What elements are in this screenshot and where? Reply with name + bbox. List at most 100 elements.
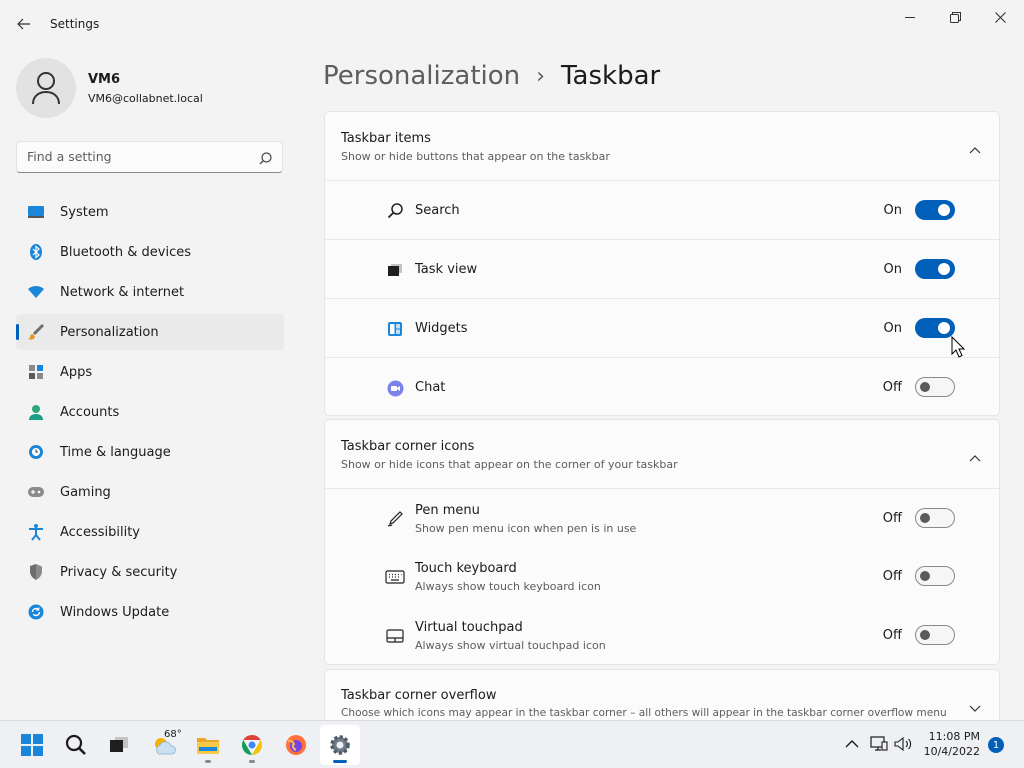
file-explorer-icon [197, 738, 219, 754]
sidebar-item-label: Bluetooth & devices [60, 244, 191, 260]
widgets-toggle[interactable] [915, 318, 955, 338]
toggle-state-label: Off [882, 511, 902, 526]
touch-keyboard-toggle[interactable] [915, 566, 955, 586]
search-icon [385, 201, 405, 221]
sidebar-item-privacy[interactable]: Privacy & security [16, 554, 284, 590]
task-view-toggle[interactable] [915, 259, 955, 279]
profile-name: VM6 [88, 72, 121, 87]
bluetooth-icon [27, 243, 45, 261]
chevron-down-icon[interactable] [969, 698, 981, 717]
title-bar: Settings [0, 0, 1024, 48]
sidebar-item-label: Apps [60, 364, 93, 380]
clock[interactable]: 11:08 PM 10/4/2022 [924, 729, 980, 759]
pen-icon [385, 509, 405, 529]
start-icon [21, 734, 43, 756]
setting-row-pen-menu: Pen menu Show pen menu icon when pen is … [325, 488, 999, 547]
sidebar-item-label: Personalization [60, 324, 159, 340]
corner-icons-section: Taskbar corner icons Show or hide icons … [324, 419, 1000, 665]
sidebar-item-accounts[interactable]: Accounts [16, 394, 284, 430]
widgets-icon [385, 319, 405, 339]
minimize-icon [904, 16, 915, 18]
clock-globe-icon [27, 443, 45, 461]
network-tray-button[interactable] [869, 733, 889, 755]
setting-label: Chat [415, 380, 446, 395]
notification-badge[interactable]: 1 [988, 737, 1004, 753]
setting-row-search: Search On [325, 180, 999, 239]
weather-temperature: 68° [164, 729, 182, 740]
user-profile[interactable]: VM6 VM6@collabnet.local [16, 58, 286, 118]
setting-description: Always show virtual touchpad icon [415, 639, 606, 652]
sidebar-nav: System Bluetooth & devices Network & int… [16, 194, 284, 634]
clock-time: 11:08 PM [928, 730, 980, 743]
pen-menu-toggle[interactable] [915, 508, 955, 528]
section-subtitle: Show or hide buttons that appear on the … [341, 150, 610, 163]
settings-search[interactable] [16, 141, 283, 173]
sidebar-item-network[interactable]: Network & internet [16, 274, 284, 310]
setting-label: Virtual touchpad [415, 620, 523, 635]
settings-icon [330, 735, 350, 755]
breadcrumb-parent[interactable]: Personalization [323, 61, 520, 91]
file-explorer-button[interactable] [188, 725, 228, 765]
keyboard-icon [385, 567, 405, 587]
start-button[interactable] [12, 725, 52, 765]
show-hidden-icons-button[interactable] [842, 733, 862, 755]
chat-icon [385, 378, 405, 398]
back-button[interactable] [12, 12, 36, 36]
close-button[interactable] [977, 4, 1023, 30]
firefox-icon [286, 735, 306, 755]
sidebar-item-system[interactable]: System [16, 194, 284, 230]
breadcrumb-separator: › [536, 63, 545, 89]
network-icon [870, 736, 888, 751]
accessibility-icon [27, 523, 45, 541]
setting-row-chat: Chat Off [325, 357, 999, 416]
taskbar-items-header[interactable]: Taskbar items Show or hide buttons that … [325, 112, 999, 180]
sidebar-item-gaming[interactable]: Gaming [16, 474, 284, 510]
restore-button[interactable] [932, 4, 978, 30]
profile-email: VM6@collabnet.local [88, 92, 203, 105]
sidebar-item-bluetooth[interactable]: Bluetooth & devices [16, 234, 284, 270]
taskbar-task-view-button[interactable] [99, 725, 139, 765]
setting-label: Task view [415, 262, 478, 277]
toggle-state-label: Off [882, 628, 902, 643]
setting-description: Always show touch keyboard icon [415, 580, 601, 593]
task-view-icon [110, 737, 128, 752]
corner-overflow-section[interactable]: Taskbar corner overflow Choose which ico… [324, 669, 1000, 720]
volume-icon [894, 736, 912, 752]
sidebar-item-accessibility[interactable]: Accessibility [16, 514, 284, 550]
search-input[interactable] [27, 149, 247, 164]
section-title: Taskbar items [341, 131, 431, 146]
virtual-touchpad-toggle[interactable] [915, 625, 955, 645]
sidebar-item-label: Gaming [60, 484, 111, 500]
toggle-state-label: On [883, 262, 902, 277]
corner-icons-header[interactable]: Taskbar corner icons Show or hide icons … [325, 420, 999, 488]
volume-tray-button[interactable] [893, 733, 915, 755]
search-icon[interactable] [259, 150, 272, 169]
system-icon [27, 203, 45, 221]
sidebar-item-label: System [60, 204, 109, 220]
search-toggle[interactable] [915, 200, 955, 220]
toggle-state-label: Off [882, 569, 902, 584]
taskbar-search-button[interactable] [56, 725, 96, 765]
minimize-button[interactable] [887, 4, 933, 30]
section-title: Taskbar corner icons [341, 439, 475, 454]
firefox-button[interactable] [276, 725, 316, 765]
settings-button[interactable] [320, 725, 360, 765]
sidebar-item-label: Network & internet [60, 284, 185, 300]
sidebar-item-time-language[interactable]: Time & language [16, 434, 284, 470]
setting-label: Search [415, 203, 460, 218]
sidebar-item-windows-update[interactable]: Windows Update [16, 594, 284, 630]
setting-description: Show pen menu icon when pen is in use [415, 522, 637, 535]
app-title: Settings [50, 17, 100, 31]
chat-toggle[interactable] [915, 377, 955, 397]
brush-icon [27, 323, 45, 341]
sidebar-item-personalization[interactable]: Personalization [16, 314, 284, 350]
apps-icon [27, 363, 45, 381]
chevron-up-icon[interactable] [969, 139, 981, 158]
toggle-state-label: On [883, 203, 902, 218]
sidebar-item-apps[interactable]: Apps [16, 354, 284, 390]
setting-label: Pen menu [415, 503, 480, 518]
wifi-icon [27, 283, 45, 301]
chrome-button[interactable] [232, 725, 272, 765]
restore-icon [949, 11, 961, 23]
chevron-up-icon[interactable] [969, 447, 981, 466]
